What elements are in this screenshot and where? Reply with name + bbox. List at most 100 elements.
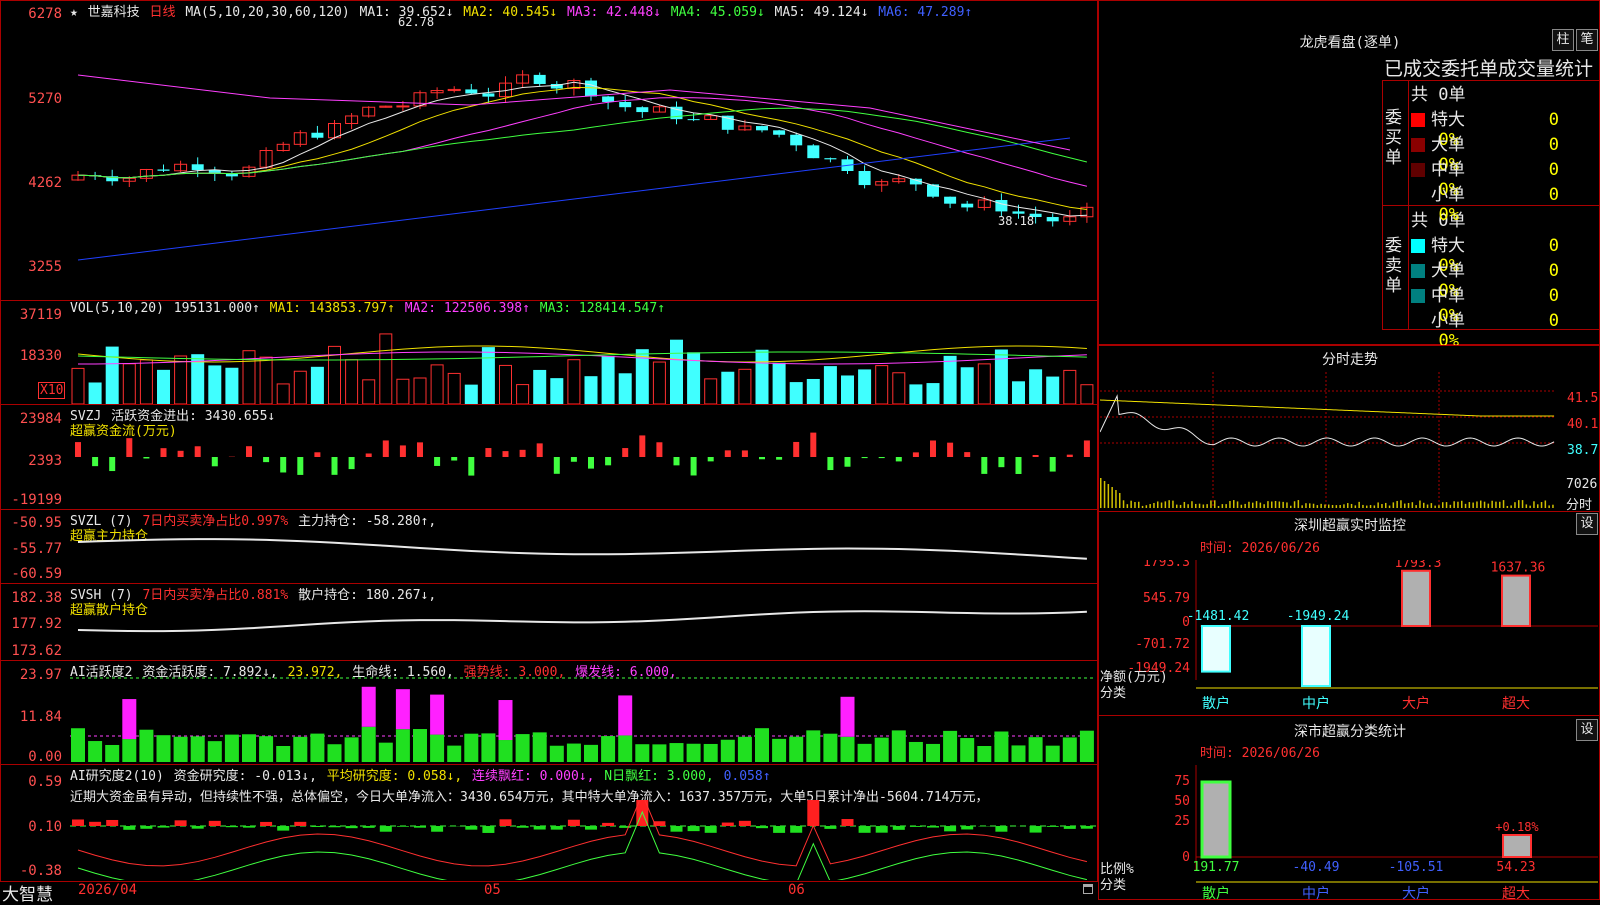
order-qty: 0 bbox=[1511, 311, 1559, 331]
category-label: 中户 bbox=[1302, 695, 1330, 712]
flow-bar bbox=[691, 457, 697, 475]
high-price-label: 62.78 bbox=[398, 15, 434, 29]
intraday-vol-bar bbox=[1377, 502, 1379, 508]
intraday-vol-bar bbox=[1218, 506, 1220, 508]
volume-bar bbox=[824, 367, 836, 404]
intraday-vol-bar bbox=[1332, 505, 1334, 508]
flow-bar bbox=[793, 442, 799, 457]
flow-bar bbox=[879, 457, 885, 458]
trade-view-button[interactable]: 笔 bbox=[1576, 29, 1598, 51]
intraday-vol-bar bbox=[1279, 502, 1281, 508]
intraday-vol-bar bbox=[1305, 503, 1307, 508]
candle-body bbox=[226, 174, 238, 176]
research-bar bbox=[602, 823, 614, 826]
volume-bar bbox=[773, 363, 785, 404]
activity-bar bbox=[960, 738, 974, 762]
burst-bar bbox=[362, 687, 376, 727]
volume-bar bbox=[653, 362, 665, 404]
candle-body bbox=[790, 135, 802, 146]
candle-body bbox=[619, 102, 631, 107]
vol-ma1: MA1: 143853.797↑ bbox=[270, 301, 395, 316]
monitor-settings-button[interactable]: 设 bbox=[1576, 513, 1598, 535]
ma3-value: MA3: 42.448↓ bbox=[567, 5, 661, 20]
intraday-vol-label: 7026 bbox=[1566, 477, 1597, 492]
intraday-vol-bar bbox=[1381, 504, 1383, 508]
research-bar bbox=[534, 826, 546, 830]
volume-bar bbox=[123, 364, 135, 404]
research-bar bbox=[859, 826, 871, 833]
classify-xlabel: 分类 bbox=[1100, 878, 1126, 893]
research-bar bbox=[397, 826, 409, 827]
flow-bar bbox=[1084, 440, 1090, 457]
volume-bar bbox=[363, 380, 375, 404]
bar-view-button[interactable]: 柱 bbox=[1552, 29, 1574, 51]
activity-bar bbox=[208, 741, 222, 762]
net-bar-label: -1949.24 bbox=[1287, 609, 1350, 624]
ma-line bbox=[78, 108, 1087, 178]
volume-bar bbox=[482, 348, 494, 404]
intraday-vol-bar bbox=[1408, 503, 1410, 508]
intraday-vol-bar bbox=[1545, 500, 1547, 508]
ai2-axis-label: -0.38 bbox=[0, 863, 62, 879]
volume-bar bbox=[277, 384, 289, 404]
candlestick-chart[interactable] bbox=[70, 20, 1096, 300]
intraday-vol-bar bbox=[1248, 502, 1250, 508]
activity-bar bbox=[892, 730, 906, 762]
intraday-vol-bar bbox=[1161, 503, 1163, 508]
volume-bar bbox=[517, 385, 529, 404]
research-bar bbox=[1030, 826, 1042, 833]
ai-research-header: AI研究度2(10) 资金研究度: -0.013↓, 平均研究度: 0.058↓… bbox=[70, 765, 773, 784]
order-row: 特大00% bbox=[1411, 105, 1597, 129]
flow-bar bbox=[537, 443, 543, 457]
research-bar bbox=[500, 819, 512, 826]
flow-bar bbox=[1067, 455, 1073, 457]
svzj-axis-label: 23984 bbox=[0, 411, 62, 427]
period-label[interactable]: 日线 bbox=[150, 5, 176, 20]
intraday-vol-bar bbox=[1229, 501, 1231, 508]
research-bar bbox=[482, 826, 494, 833]
svsh-axis-label: 182.38 bbox=[0, 590, 62, 606]
flow-bar bbox=[1050, 457, 1056, 472]
order-qty: 0 bbox=[1511, 160, 1559, 180]
intraday-vol-bar bbox=[1275, 501, 1277, 508]
volume-bar bbox=[961, 368, 973, 404]
flow-bar bbox=[674, 457, 680, 465]
dragon-title: 龙虎看盘(逐单) bbox=[1280, 32, 1420, 52]
intraday-vol-bar bbox=[1267, 501, 1269, 508]
intraday-vol-bar bbox=[1184, 502, 1186, 508]
stock-name[interactable]: 世嘉科技 bbox=[88, 5, 140, 20]
intraday-vol-bar bbox=[1146, 505, 1148, 508]
intraday-vol-bar bbox=[1317, 505, 1319, 508]
price-axis-label: 4262 bbox=[0, 175, 62, 191]
color-swatch bbox=[1411, 264, 1425, 278]
flow-bar bbox=[75, 442, 81, 457]
volume-bar bbox=[944, 356, 956, 404]
burst-bar bbox=[499, 700, 513, 740]
intraday-vol-bar bbox=[1419, 501, 1421, 508]
intraday-vol-bar bbox=[1320, 504, 1322, 508]
date-label-start: 2026/04 bbox=[78, 882, 137, 898]
category-label: 超大 bbox=[1502, 696, 1530, 712]
research-bar bbox=[431, 826, 443, 832]
intraday-vol-bar bbox=[1142, 506, 1144, 508]
classify-time: 时间: 2026/06/26 bbox=[1200, 742, 1320, 761]
flow-bar bbox=[263, 457, 269, 462]
intraday-chart[interactable] bbox=[1100, 372, 1564, 510]
order-row: 大单00% bbox=[1411, 130, 1597, 154]
classify-settings-button[interactable]: 设 bbox=[1576, 719, 1598, 741]
ai2-title: AI研究度2(10) bbox=[70, 769, 164, 784]
intraday-vol-bar bbox=[1195, 504, 1197, 508]
lock-icon[interactable] bbox=[1083, 884, 1093, 894]
flow-bar bbox=[246, 446, 252, 457]
volume-bar bbox=[106, 347, 118, 404]
intraday-vol-bar bbox=[1263, 504, 1265, 508]
activity-bar bbox=[738, 737, 752, 762]
burst-bar bbox=[430, 695, 444, 735]
star-icon[interactable]: ★ bbox=[70, 5, 78, 20]
ma6-line bbox=[78, 138, 1070, 260]
order-qty: 0 bbox=[1511, 185, 1559, 205]
order-row: 中单00% bbox=[1411, 281, 1597, 305]
flow-bar bbox=[434, 457, 440, 466]
order-pct: 0% bbox=[1411, 205, 1459, 225]
flow-bar bbox=[776, 457, 782, 460]
